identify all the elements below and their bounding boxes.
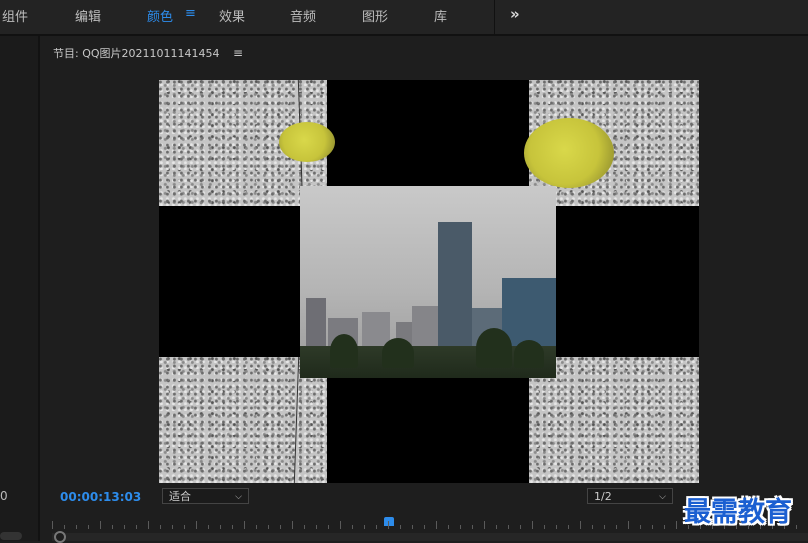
ruler-tick <box>400 525 401 529</box>
chick-image-left <box>279 122 335 162</box>
fit-select-value: 适合 <box>169 490 191 503</box>
program-monitor-viewer[interactable] <box>159 80 699 483</box>
scroll-handle[interactable] <box>54 531 66 543</box>
ruler-tick <box>628 521 629 529</box>
ruler-tick <box>268 525 269 529</box>
ruler-tick <box>532 521 533 529</box>
tab-editing[interactable]: 编辑 <box>75 6 101 25</box>
source-panel: 0 <box>0 36 40 541</box>
ruler-tick <box>508 525 509 529</box>
ruler-tick <box>76 525 77 529</box>
chevron-down-icon: ⌵ <box>235 492 242 502</box>
ruler-tick <box>172 525 173 529</box>
ruler-tick <box>148 521 149 529</box>
hamburger-menu-icon[interactable]: ≡ <box>233 46 243 60</box>
ruler-tick <box>64 525 65 529</box>
ruler-tick <box>232 525 233 529</box>
ruler-tick <box>208 525 209 529</box>
chevron-down-icon: ⌵ <box>659 492 666 502</box>
ruler-tick <box>292 521 293 529</box>
ruler-tick <box>196 521 197 529</box>
ruler-tick <box>676 521 677 529</box>
ruler-tick <box>484 521 485 529</box>
workspace-tab-bar: 组件 编辑 颜色 ≡ 效果 音频 图形 库 » <box>0 0 808 36</box>
tab-color[interactable]: 颜色 <box>147 6 173 25</box>
ruler-tick <box>88 525 89 529</box>
chick-image-right <box>524 118 614 188</box>
ruler-tick <box>664 525 665 529</box>
fit-select[interactable]: 适合 ⌵ <box>162 488 249 504</box>
watermark-logo: 最需教育 <box>684 497 792 528</box>
ruler-tick <box>496 525 497 529</box>
ruler-tick <box>316 525 317 529</box>
playhead-marker[interactable] <box>384 517 394 526</box>
tab-effects[interactable]: 效果 <box>219 6 245 25</box>
ruler-tick <box>472 525 473 529</box>
ruler-tick <box>604 525 605 529</box>
program-monitor-header: 节目: QQ图片20211011141454 ≡ <box>53 45 243 61</box>
ruler-tick <box>364 525 365 529</box>
ruler-tick <box>160 525 161 529</box>
tree <box>514 340 544 368</box>
ruler-tick <box>136 525 137 529</box>
ruler-tick <box>112 525 113 529</box>
ruler-tick <box>448 525 449 529</box>
ruler-tick <box>220 525 221 529</box>
resolution-select[interactable]: 1/2 ⌵ <box>587 488 673 504</box>
resolution-select-value: 1/2 <box>594 490 612 503</box>
ruler-tick <box>100 521 101 529</box>
tab-graphics[interactable]: 图形 <box>362 6 388 25</box>
ruler-tick <box>616 525 617 529</box>
ruler-tick <box>388 521 389 529</box>
ruler-tick <box>340 521 341 529</box>
ruler-tick <box>412 525 413 529</box>
ruler-tick <box>652 525 653 529</box>
ruler-tick <box>424 525 425 529</box>
tab-assembly[interactable]: 组件 <box>2 6 28 25</box>
program-monitor-title: 节目: QQ图片20211011141454 <box>53 47 220 60</box>
tab-divider <box>494 0 495 34</box>
playhead-timecode[interactable]: 00:00:13:03 <box>60 490 141 504</box>
panel-value: 0 <box>0 489 8 503</box>
tab-libraries[interactable]: 库 <box>434 6 447 25</box>
ruler-tick <box>304 525 305 529</box>
double-chevron-right-icon[interactable]: » <box>510 5 520 23</box>
timeline-scrollbar[interactable] <box>52 533 808 541</box>
ruler-tick <box>568 525 569 529</box>
ruler-tick <box>280 525 281 529</box>
tree <box>382 338 414 368</box>
ruler-tick <box>328 525 329 529</box>
tree <box>330 334 358 368</box>
ruler-tick <box>520 525 521 529</box>
ruler-tick <box>436 521 437 529</box>
tab-menu-icon[interactable]: ≡ <box>185 6 196 21</box>
ruler-tick <box>556 525 557 529</box>
tree <box>476 328 512 368</box>
ruler-tick <box>184 525 185 529</box>
ruler-tick <box>640 525 641 529</box>
ruler-tick <box>244 521 245 529</box>
ruler-tick <box>376 525 377 529</box>
ruler-tick <box>52 521 53 529</box>
ruler-tick <box>580 521 581 529</box>
ruler-tick <box>544 525 545 529</box>
ruler-tick <box>592 525 593 529</box>
panel-scrollbar[interactable] <box>0 532 22 540</box>
ruler-tick <box>352 525 353 529</box>
tab-audio[interactable]: 音频 <box>290 6 316 25</box>
ruler-tick <box>796 525 797 529</box>
ruler-tick <box>256 525 257 529</box>
ruler-tick <box>460 525 461 529</box>
city-skyline-image <box>300 186 556 378</box>
ruler-tick <box>124 525 125 529</box>
